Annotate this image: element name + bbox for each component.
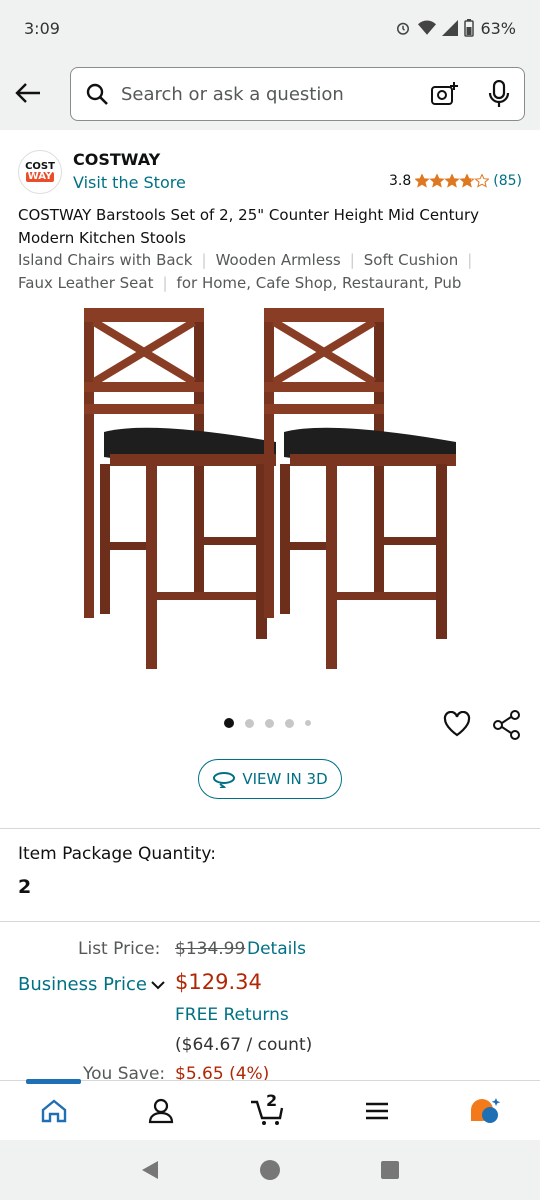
product-title: COSTWAY Barstools Set of 2, 25" Counter … xyxy=(18,206,480,292)
search-placeholder: Search or ask a question xyxy=(121,83,344,105)
product-image[interactable] xyxy=(70,302,470,674)
back-arrow-icon xyxy=(15,83,40,103)
nav-home[interactable] xyxy=(24,1081,84,1141)
search-icon xyxy=(86,83,108,105)
carousel-dot-5[interactable] xyxy=(305,720,311,726)
microphone-icon[interactable] xyxy=(488,80,510,108)
feature-2: Wooden Armless xyxy=(215,251,341,269)
carousel-dot-3[interactable] xyxy=(265,718,274,728)
product-title-main: COSTWAY Barstools Set of 2, 25" Counter … xyxy=(18,206,480,247)
business-price-dropdown[interactable]: Business Price xyxy=(18,974,165,995)
account-icon xyxy=(148,1098,174,1124)
feature-5: for Home, Cafe Shop, Restaurant, Pub xyxy=(176,273,462,292)
stool-right xyxy=(264,308,456,669)
search-input[interactable]: Search or ask a question xyxy=(70,67,525,121)
view-in-3d-label: VIEW IN 3D xyxy=(242,770,328,788)
feature-1: Island Chairs with Back xyxy=(18,251,193,269)
view-in-3d-button[interactable]: VIEW IN 3D xyxy=(198,759,342,799)
divider xyxy=(0,921,540,922)
visit-store-link[interactable]: Visit the Store xyxy=(73,173,186,192)
brand-logo[interactable]: COST WAY xyxy=(18,150,62,194)
bottom-nav: 2 xyxy=(0,1079,540,1141)
back-button[interactable] xyxy=(0,65,56,121)
quantity-value[interactable]: 2 xyxy=(18,876,31,898)
business-price-label: Business Price xyxy=(18,974,148,995)
rufus-assistant-icon xyxy=(471,1098,501,1123)
star-rating-icon xyxy=(415,174,490,188)
nav-rufus[interactable] xyxy=(455,1081,515,1141)
carousel-dot-4[interactable] xyxy=(285,718,294,728)
cart-count: 2 xyxy=(266,1091,278,1110)
list-price: $134.99 xyxy=(175,939,246,959)
rating[interactable]: 3.8 (85) xyxy=(389,173,522,189)
list-price-label: List Price: xyxy=(78,939,161,959)
battery-level: 63% xyxy=(480,18,516,38)
heart-icon[interactable] xyxy=(443,711,471,737)
nav-menu[interactable] xyxy=(347,1081,407,1141)
brand-row: COST WAY COSTWAY Visit the Store 3.8 (85… xyxy=(0,148,540,198)
rotate-3d-icon xyxy=(213,772,236,788)
chevron-down-icon xyxy=(151,980,165,989)
image-carousel-dots[interactable] xyxy=(224,718,311,728)
carousel-dot-2[interactable] xyxy=(245,718,254,728)
price: $129.34 xyxy=(175,970,262,994)
divider xyxy=(0,828,540,829)
camera-search-icon[interactable] xyxy=(430,81,458,107)
carousel-dot-1[interactable] xyxy=(224,718,234,728)
free-returns-link[interactable]: FREE Returns xyxy=(175,1005,289,1025)
home-icon xyxy=(41,1099,67,1123)
details-link[interactable]: Details xyxy=(247,939,306,959)
menu-icon xyxy=(366,1102,388,1120)
quantity-label: Item Package Quantity: xyxy=(18,844,216,864)
price-per-count: ($64.67 / count) xyxy=(175,1035,313,1055)
alarm-icon xyxy=(397,22,410,35)
status-time: 3:09 xyxy=(24,18,60,38)
status-bar: 3:09 63% xyxy=(0,0,540,56)
nav-account[interactable] xyxy=(131,1081,191,1141)
system-recents-icon[interactable] xyxy=(380,1160,400,1180)
share-icon[interactable] xyxy=(493,710,521,740)
wifi-icon xyxy=(418,20,437,35)
system-nav-bar xyxy=(0,1140,540,1200)
nav-cart[interactable]: 2 xyxy=(238,1081,298,1141)
battery-icon xyxy=(464,19,475,37)
search-header: Search or ask a question xyxy=(0,56,540,130)
brand-name: COSTWAY xyxy=(73,150,161,169)
signal-icon xyxy=(442,20,459,36)
feature-4: Faux Leather Seat xyxy=(18,273,154,292)
system-back-icon[interactable] xyxy=(140,1159,160,1181)
rating-count: (85) xyxy=(493,173,522,189)
stool-left xyxy=(84,308,276,669)
system-home-icon[interactable] xyxy=(259,1159,281,1181)
rating-value: 3.8 xyxy=(388,173,412,189)
feature-3: Soft Cushion xyxy=(363,251,459,269)
